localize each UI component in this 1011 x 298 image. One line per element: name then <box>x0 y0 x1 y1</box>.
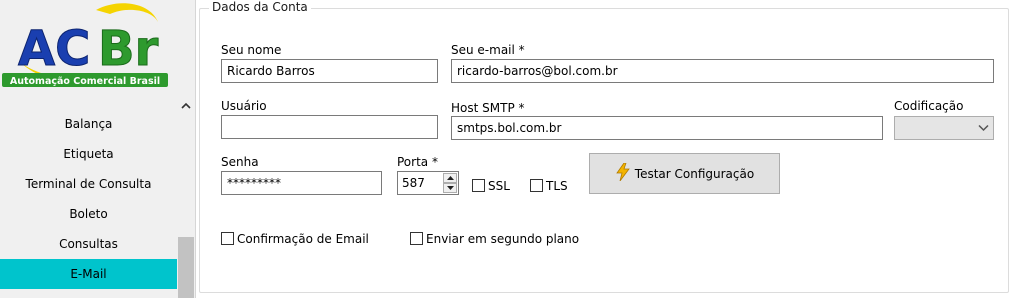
sidebar-item-email[interactable]: E-Mail <box>0 259 177 289</box>
lightning-icon <box>615 162 631 184</box>
confirm-email-label: Confirmação de Email <box>237 232 369 246</box>
acbr-logo: AC Br Automação Comercial Brasil <box>0 0 175 95</box>
port-stepper[interactable]: 587 <box>397 171 459 195</box>
encoding-select[interactable] <box>894 116 994 140</box>
logo-br-text: Br <box>98 21 159 77</box>
group-title: Dados da Conta <box>209 0 311 14</box>
background-send-label: Enviar em segundo plano <box>426 232 580 246</box>
spin-up-icon[interactable] <box>443 173 457 183</box>
sidebar-item-boleto[interactable]: Boleto <box>0 199 177 229</box>
encoding-label: Codificação <box>894 99 964 113</box>
sidebar-menu: Balança Etiqueta Terminal de Consulta Bo… <box>0 95 177 298</box>
sidebar-item-terminal-consulta[interactable]: Terminal de Consulta <box>0 169 177 199</box>
password-input[interactable] <box>221 171 382 195</box>
email-input[interactable] <box>451 59 994 83</box>
main-panel: Dados da Conta Seu nome Seu e-mail * Usu… <box>196 0 1011 298</box>
name-label: Seu nome <box>221 43 282 57</box>
smtp-label: Host SMTP * <box>451 101 525 115</box>
tls-checkbox[interactable] <box>530 179 543 192</box>
email-label: Seu e-mail * <box>451 43 525 57</box>
sidebar-item-consultas[interactable]: Consultas <box>0 229 177 259</box>
test-config-button[interactable]: Testar Configuração <box>589 153 780 194</box>
name-input[interactable] <box>221 59 438 83</box>
password-label: Senha <box>221 155 259 169</box>
account-groupbox: Dados da Conta <box>199 0 1009 293</box>
smtp-input[interactable] <box>451 116 883 140</box>
user-label: Usuário <box>221 99 267 113</box>
port-label: Porta * <box>397 155 438 169</box>
port-value: 587 <box>402 176 425 190</box>
scroll-thumb[interactable] <box>178 237 194 298</box>
spin-down-icon[interactable] <box>443 183 457 193</box>
scroll-up-icon[interactable] <box>177 95 195 115</box>
sidebar-item-balanca[interactable]: Balança <box>0 109 177 139</box>
sidebar-item-partial[interactable] <box>0 95 177 101</box>
confirm-email-checkbox[interactable] <box>221 232 234 245</box>
chevron-down-icon <box>978 122 989 136</box>
user-input[interactable] <box>221 115 438 139</box>
sidebar-item-etiqueta[interactable]: Etiqueta <box>0 139 177 169</box>
sidebar-scrollbar[interactable] <box>177 95 195 298</box>
logo-tagline: Automação Comercial Brasil <box>10 76 160 87</box>
ssl-label: SSL <box>488 179 510 193</box>
background-send-checkbox[interactable] <box>410 232 423 245</box>
logo-ac-text: AC <box>18 21 90 77</box>
test-config-label: Testar Configuração <box>634 166 755 181</box>
sidebar: AC Br Automação Comercial Brasil Balança… <box>0 0 196 298</box>
ssl-checkbox[interactable] <box>472 179 485 192</box>
tls-label: TLS <box>546 179 568 193</box>
